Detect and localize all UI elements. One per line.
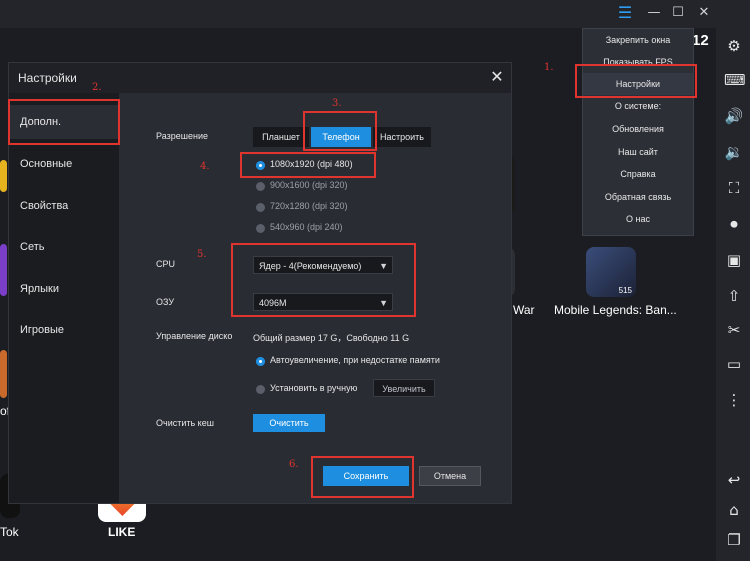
clock-time: 12: [692, 32, 709, 49]
menu-item-help[interactable]: Справка: [583, 163, 693, 185]
keyboard-icon[interactable]: ⌨: [724, 70, 746, 90]
clear-cache-label: Очистить кеш: [156, 418, 214, 428]
annotation-number-2: 2.: [92, 82, 102, 93]
main-menu-dropdown: Закрепить окна Показывать FPS Настройки …: [582, 28, 694, 236]
disk-manual-label: Установить в ручную: [270, 383, 358, 393]
recent-apps-icon[interactable]: ❐: [724, 530, 744, 550]
menu-item-updates[interactable]: Обновления: [583, 118, 693, 140]
annotation-box-settings-menu: [575, 64, 697, 98]
volume-down-icon[interactable]: 🔉: [724, 142, 744, 162]
settings-gear-icon[interactable]: ⚙: [724, 36, 744, 56]
resolution-radio-540[interactable]: [256, 224, 265, 233]
annotation-number-4: 4.: [200, 161, 210, 172]
menu-item-website[interactable]: Наш сайт: [583, 141, 693, 163]
window-titlebar: ☰ — ☐ ✕: [0, 0, 750, 28]
app-icon[interactable]: [0, 350, 7, 398]
app-badge: 515: [618, 286, 632, 295]
close-icon[interactable]: ✕: [695, 4, 713, 22]
fullscreen-icon[interactable]: ⛶: [724, 178, 744, 198]
app-icon[interactable]: [0, 244, 7, 296]
disk-auto-radio[interactable]: [256, 357, 265, 366]
annotation-box-phone-mode: [303, 111, 377, 151]
resolution-option-540: 540x960 (dpi 240): [270, 222, 343, 232]
tab-tablet[interactable]: Планшет: [253, 127, 309, 147]
app-icon[interactable]: [0, 160, 7, 192]
maximize-icon[interactable]: ☐: [669, 4, 687, 22]
annotation-number-3: 3.: [332, 98, 342, 109]
annotation-number-1: 1.: [544, 62, 554, 73]
upload-icon[interactable]: ⇧: [724, 286, 744, 306]
increase-button[interactable]: Увеличить: [373, 379, 435, 397]
resolution-option-720: 720x1280 (dpi 320): [270, 201, 348, 211]
home-icon[interactable]: ⌂: [724, 500, 744, 520]
disk-management-label: Управление диско: [156, 331, 233, 341]
minimize-icon[interactable]: —: [645, 4, 663, 22]
app-label-tiktok: Tok: [0, 525, 19, 539]
annotation-box-save: [311, 456, 414, 498]
app-label-like: LIKE: [108, 525, 136, 539]
resolution-radio-900[interactable]: [256, 182, 265, 191]
sidebar-item-shortcuts[interactable]: Ярлыки: [9, 272, 119, 306]
record-icon[interactable]: ⏺: [724, 214, 744, 234]
resolution-option-900: 900x1600 (dpi 320): [270, 180, 348, 190]
sidebar-item-gaming[interactable]: Игровые: [9, 313, 119, 347]
sidebar-item-network[interactable]: Сеть: [9, 230, 119, 264]
disk-manual-radio[interactable]: [256, 385, 265, 394]
right-toolbar: ⚙ ⌨ 🔊 🔉 ⛶ ⏺ ▣ ⇧ ✂ ▭ ⋮ ↩ ⌂ ❐: [716, 28, 750, 561]
annotation-box-cpu-ram: [231, 243, 416, 317]
annotation-number-5: 5.: [197, 249, 207, 260]
menu-item-about-us[interactable]: О нас: [583, 208, 693, 230]
annotation-number-6: 6.: [289, 459, 299, 470]
dialog-close-icon[interactable]: ✕: [487, 67, 507, 87]
disk-auto-label: Автоувеличение, при недостатке памяти: [270, 355, 440, 365]
screenshot-icon[interactable]: ▭: [724, 354, 744, 374]
volume-up-icon[interactable]: 🔊: [724, 106, 744, 126]
mobile-legends-app-icon[interactable]: 515: [586, 247, 636, 297]
scissors-icon[interactable]: ✂: [724, 320, 744, 340]
more-icon[interactable]: ⋮: [724, 390, 744, 410]
dialog-title: Настройки: [18, 71, 77, 85]
menu-item-feedback[interactable]: Обратная связь: [583, 186, 693, 208]
sidebar-item-properties[interactable]: Свойства: [9, 189, 119, 223]
settings-sidebar: Дополн. Основные Свойства Сеть Ярлыки Иг…: [9, 93, 119, 503]
cpu-label: CPU: [156, 259, 176, 269]
app-label-war: War: [513, 303, 535, 317]
ram-label: ОЗУ: [156, 297, 175, 307]
sidebar-item-basic[interactable]: Основные: [9, 147, 119, 181]
resolution-label: Разрешение: [156, 131, 208, 141]
tab-custom[interactable]: Настроить: [373, 127, 431, 147]
apk-install-icon[interactable]: ▣: [724, 250, 744, 270]
cancel-button[interactable]: Отмена: [419, 466, 481, 486]
annotation-box-advanced-tab: [8, 99, 120, 145]
menu-item-pin-windows[interactable]: Закрепить окна: [583, 29, 693, 51]
menu-item-about-system[interactable]: О системе:: [583, 95, 693, 117]
menu-icon[interactable]: ☰: [616, 4, 634, 22]
resolution-radio-720[interactable]: [256, 203, 265, 212]
app-label-mobile-legends: Mobile Legends: Ban...: [554, 303, 677, 317]
back-icon[interactable]: ↩: [724, 470, 744, 490]
disk-size-info: Общий размер 17 G，Свободно 11 G: [253, 333, 410, 343]
annotation-box-resolution: [240, 152, 376, 178]
clear-cache-button[interactable]: Очистить: [253, 414, 325, 432]
